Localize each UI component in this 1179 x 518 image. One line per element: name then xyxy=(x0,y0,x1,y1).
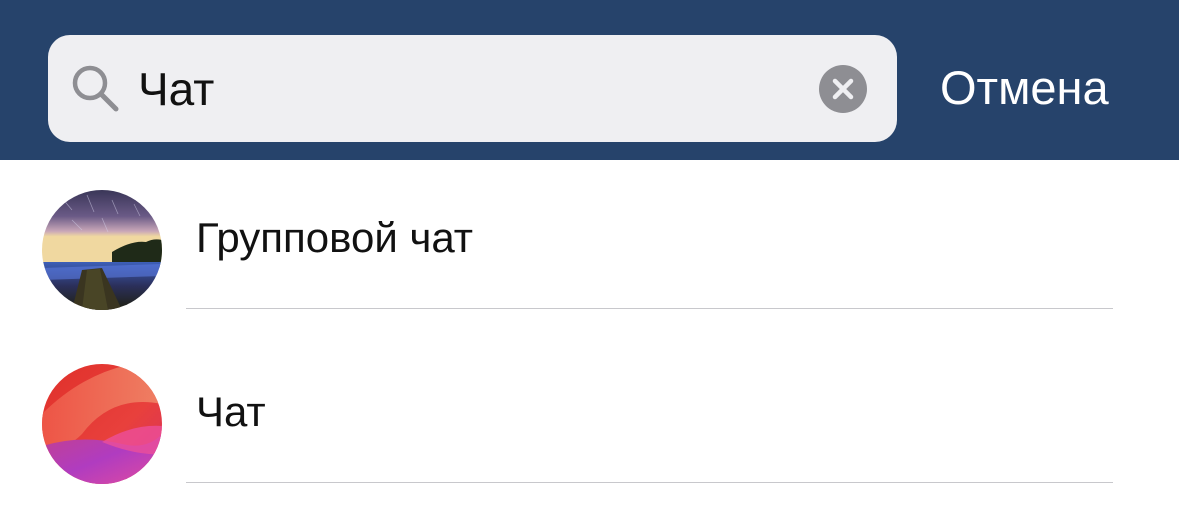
list-item-title: Чат xyxy=(196,388,266,435)
search-screen: Отмена xyxy=(0,0,1179,518)
list-item[interactable]: Групповой чат xyxy=(0,160,1179,334)
search-results-list: Групповой чат Чат xyxy=(0,160,1179,508)
clear-circle-icon xyxy=(832,78,854,100)
search-input[interactable] xyxy=(138,51,798,126)
clear-search-button[interactable] xyxy=(819,65,867,113)
night-sky-field-photo xyxy=(42,190,162,310)
red-pink-gradient-wallpaper xyxy=(42,364,162,484)
avatar xyxy=(42,190,162,310)
list-item-title: Групповой чат xyxy=(196,214,473,261)
divider xyxy=(186,308,1113,309)
search-icon xyxy=(70,63,122,115)
avatar xyxy=(42,364,162,484)
search-field[interactable] xyxy=(48,35,897,142)
list-item[interactable]: Чат xyxy=(0,334,1179,508)
cancel-button[interactable]: Отмена xyxy=(940,58,1140,118)
search-header: Отмена xyxy=(0,0,1179,160)
divider xyxy=(186,482,1113,483)
